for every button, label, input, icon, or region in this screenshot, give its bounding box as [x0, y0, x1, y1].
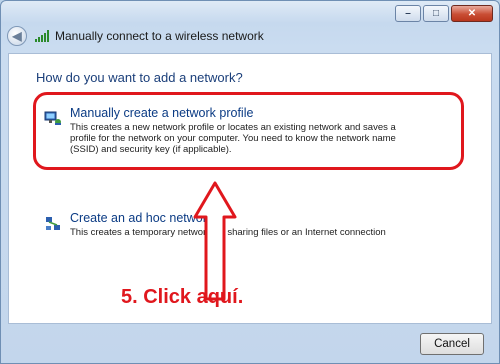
maximize-button[interactable]: □ — [423, 5, 449, 22]
back-button[interactable]: ◀ — [7, 26, 27, 46]
wireless-signal-icon — [35, 30, 49, 42]
minimize-button[interactable]: – — [395, 5, 421, 22]
back-arrow-icon: ◀ — [12, 29, 22, 43]
ad-hoc-network-icon — [44, 215, 62, 233]
option-description: This creates a temporary network for sha… — [70, 227, 386, 238]
annotation-text: 5. Click aquí. — [121, 286, 244, 308]
content-panel: How do you want to add a network? Manual… — [8, 53, 492, 324]
option-title: Create an ad hoc network — [70, 211, 214, 225]
page-heading: How do you want to add a network? — [36, 70, 243, 85]
window-controls: – □ ✕ — [395, 5, 493, 22]
close-button[interactable]: ✕ — [451, 5, 493, 22]
dialog-window: – □ ✕ ◀ Manually connect to a wireless n… — [0, 0, 500, 364]
red-highlight-box — [33, 92, 464, 170]
red-arrow-icon — [193, 181, 237, 301]
title-bar: ◀ Manually connect to a wireless network — [7, 25, 493, 47]
cancel-button[interactable]: Cancel — [420, 333, 484, 355]
window-title: Manually connect to a wireless network — [55, 29, 264, 43]
dialog-footer: Cancel — [1, 325, 500, 363]
